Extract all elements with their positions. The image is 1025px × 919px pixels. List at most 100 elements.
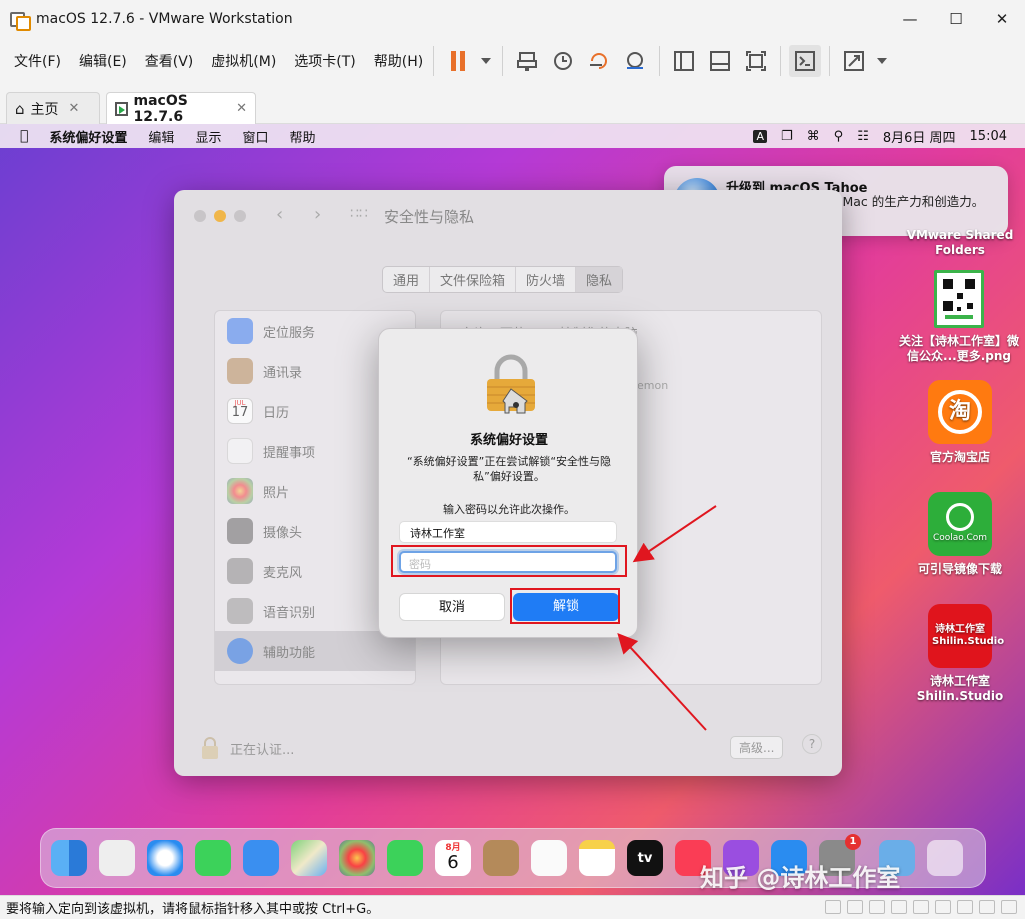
console-icon[interactable] <box>789 45 822 77</box>
close-button[interactable]: ✕ <box>979 0 1025 38</box>
calendar-icon: JUL 17 <box>227 398 253 424</box>
control-center-icon[interactable]: ☷ <box>857 129 869 144</box>
tab-filevault[interactable]: 文件保险箱 <box>430 267 517 292</box>
close-traffic-light[interactable] <box>194 210 206 222</box>
safari-icon[interactable] <box>147 840 183 876</box>
mac-menu-help[interactable]: 帮助 <box>289 127 315 146</box>
snapshot-manager-icon[interactable] <box>619 45 651 77</box>
status-bar: 要将输入定向到该虚拟机，请将鼠标指针移入其中或按 Ctrl+G。 <box>0 895 1025 919</box>
menu-help[interactable]: 帮助(H) <box>374 51 423 71</box>
facetime-icon[interactable] <box>387 840 423 876</box>
snapshot-icon[interactable] <box>547 45 579 77</box>
close-tab-icon[interactable]: ✕ <box>236 101 247 116</box>
forward-arrow-icon[interactable]: › <box>314 204 321 225</box>
menu-tabs[interactable]: 选项卡(T) <box>294 51 355 71</box>
notification-badge: 1 <box>845 834 861 850</box>
reminders-icon[interactable] <box>531 840 567 876</box>
thumbnail-view-icon[interactable] <box>704 45 736 77</box>
sidebar-view-icon[interactable] <box>668 45 700 77</box>
desktop-studio[interactable]: 诗林工作室 Shilin.Studio 诗林工作室 Shilin.Studio <box>904 604 1016 704</box>
desktop-shared-folders[interactable]: VMware Shared Folders <box>906 228 1014 258</box>
cooldao-icon: Coolao.Com <box>928 492 992 556</box>
close-tab-icon[interactable]: ✕ <box>69 101 80 116</box>
resize-grip-icon[interactable] <box>1001 900 1017 914</box>
hard-disk-icon[interactable] <box>825 900 841 914</box>
sidebar-item-label: 摄像头 <box>263 525 303 541</box>
network-adapter-icon[interactable] <box>869 900 885 914</box>
advanced-button[interactable]: 高级... <box>730 736 784 759</box>
mail-icon[interactable] <box>243 840 279 876</box>
toolbar-divider <box>502 46 504 76</box>
wifi-icon[interactable]: ⌘ <box>807 129 820 144</box>
desktop-cooldao[interactable]: Coolao.Com 可引导镜像下载 <box>908 492 1012 577</box>
grid-icon[interactable]: ∷∷ <box>350 206 368 222</box>
tab-privacy[interactable]: 隐私 <box>576 267 623 292</box>
toolbar-divider <box>829 46 831 76</box>
prefs-tab-segments: 通用 文件保险箱 防火墙 隐私 <box>382 266 624 293</box>
tab-vm[interactable]: macOS 12.7.6 ✕ <box>106 92 256 125</box>
toolbar-divider <box>433 46 435 76</box>
detail-list-item[interactable]: emon <box>637 379 668 392</box>
notes-icon[interactable] <box>579 840 615 876</box>
apple-tv-icon[interactable]: tv <box>627 840 663 876</box>
chevron-down-icon[interactable] <box>874 45 890 77</box>
apple-tv-label: tv <box>637 850 653 866</box>
launchpad-icon[interactable] <box>99 840 135 876</box>
mac-menu-edit[interactable]: 编辑 <box>148 127 174 146</box>
help-button[interactable]: ? <box>802 734 822 754</box>
studio-logo-icon: 诗林工作室 Shilin.Studio <box>928 604 1004 668</box>
pause-icon[interactable] <box>442 45 474 77</box>
trash-icon[interactable] <box>927 840 963 876</box>
usb-icon[interactable] <box>891 900 907 914</box>
calendar-icon[interactable]: 8月 6 <box>435 840 471 876</box>
tab-firewall[interactable]: 防火墙 <box>516 267 577 292</box>
contacts-icon[interactable] <box>483 840 519 876</box>
photos-icon[interactable] <box>339 840 375 876</box>
message-log-icon[interactable] <box>979 900 995 914</box>
mac-menu-app[interactable]: 系统偏好设置 <box>49 127 127 146</box>
desktop-taobao[interactable]: 淘 官方淘宝店 <box>914 380 1006 465</box>
input-source-icon[interactable]: A <box>753 129 767 143</box>
taobao-icon: 淘 <box>928 380 992 444</box>
cd-drive-icon[interactable] <box>847 900 863 914</box>
device-status-icons <box>819 900 1017 914</box>
fit-view-icon[interactable] <box>740 45 772 77</box>
revert-snapshot-icon[interactable] <box>583 45 615 77</box>
minimize-traffic-light[interactable] <box>214 210 226 222</box>
chevron-down-icon[interactable] <box>478 45 494 77</box>
mac-menu-view[interactable]: 显示 <box>195 127 221 146</box>
send-keys-icon[interactable] <box>511 45 543 77</box>
menu-edit[interactable]: 编辑(E) <box>79 51 127 71</box>
menubar-date[interactable]: 8月6日 周四 <box>883 127 956 146</box>
apple-menu-icon[interactable]:  <box>20 128 28 144</box>
vm-display[interactable]:  系统偏好设置 编辑 显示 窗口 帮助 A ❐ ⌘ ⚲ ☷ 8月6日 周四 1… <box>0 124 1025 895</box>
messages-icon[interactable] <box>195 840 231 876</box>
back-arrow-icon[interactable]: ‹ <box>276 204 283 225</box>
calendar-icon-day: 17 <box>231 405 249 420</box>
bluetooth-icon[interactable] <box>957 900 973 914</box>
fullscreen-icon[interactable] <box>838 45 870 77</box>
menu-file[interactable]: 文件(F) <box>14 51 61 71</box>
tab-general[interactable]: 通用 <box>383 267 431 292</box>
finder-icon[interactable] <box>51 840 87 876</box>
tab-home[interactable]: ⌂ 主页 ✕ <box>6 92 100 124</box>
menu-vm[interactable]: 虚拟机(M) <box>211 51 276 71</box>
username-field[interactable]: 诗林工作室 <box>399 521 617 543</box>
menu-view[interactable]: 查看(V) <box>145 51 194 71</box>
display-icon[interactable] <box>935 900 951 914</box>
maximize-button[interactable]: ☐ <box>933 0 979 38</box>
mac-menu-window[interactable]: 窗口 <box>242 127 268 146</box>
microphone-icon <box>227 558 253 584</box>
cancel-button[interactable]: 取消 <box>399 593 505 621</box>
menubar-time[interactable]: 15:04 <box>970 129 1007 144</box>
desktop-qr-file[interactable]: 关注【诗林工作室】微信公众...更多.png <box>898 270 1020 364</box>
toolbar-divider <box>780 46 782 76</box>
zoom-traffic-light[interactable] <box>234 210 246 222</box>
lock-status[interactable]: 正在认证... <box>200 736 294 760</box>
maps-icon[interactable] <box>291 840 327 876</box>
sound-card-icon[interactable] <box>913 900 929 914</box>
dialog-message: “系统偏好设置”正在尝试解锁“安全性与隐私”偏好设置。 <box>406 455 612 483</box>
spotlight-search-icon[interactable]: ⚲ <box>834 129 844 144</box>
minimize-button[interactable]: — <box>887 0 933 38</box>
screen-mirroring-icon[interactable]: ❐ <box>781 129 793 144</box>
